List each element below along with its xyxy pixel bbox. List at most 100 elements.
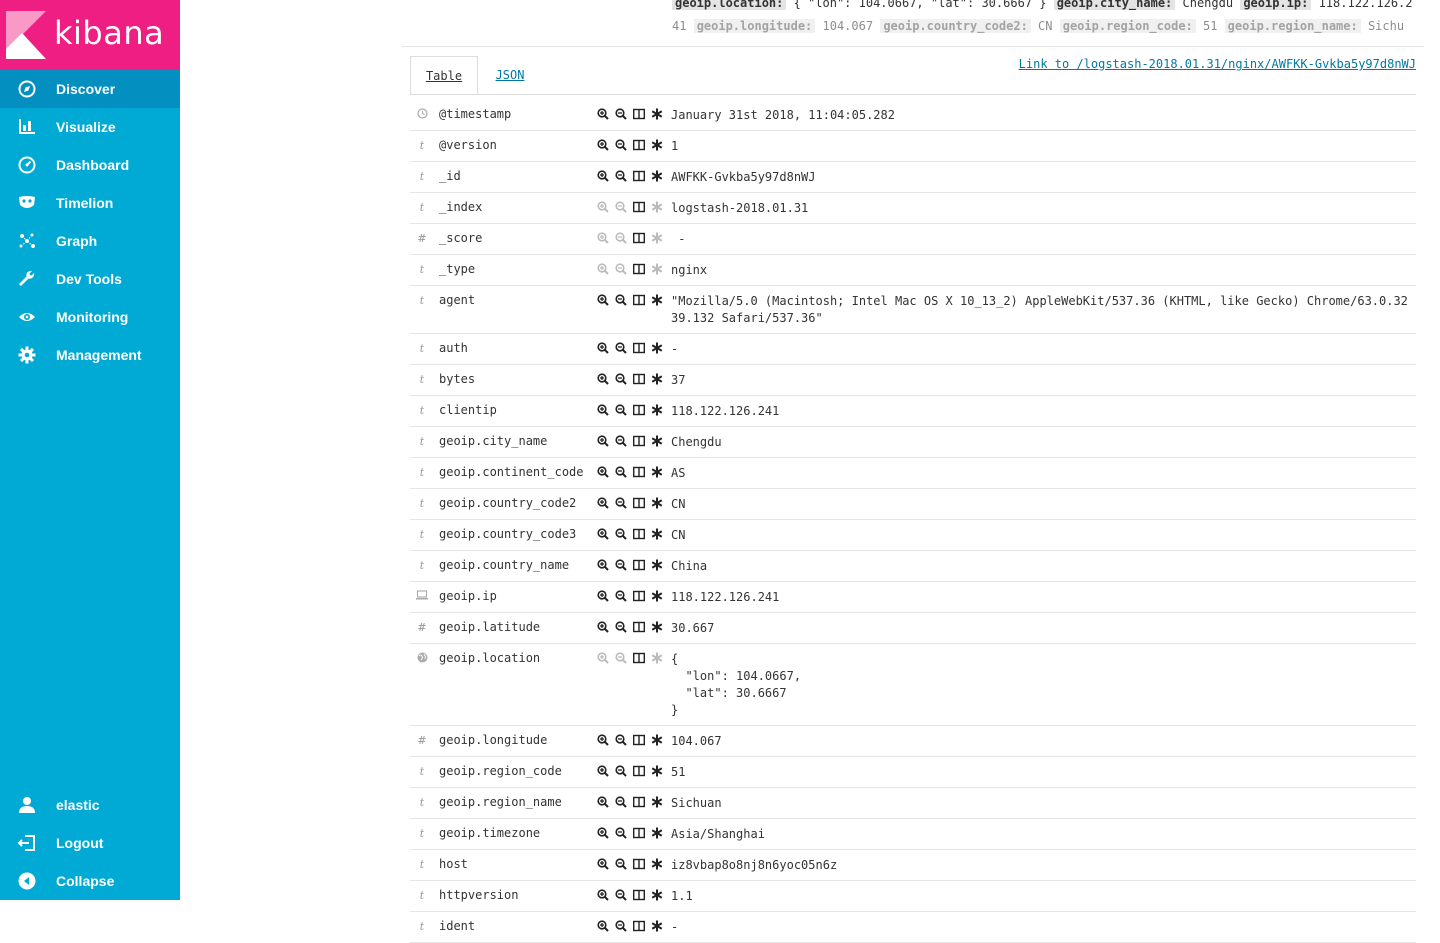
filter-for-value-icon[interactable]: [594, 795, 612, 809]
filter-exists-icon[interactable]: [648, 919, 666, 933]
filter-for-value-icon[interactable]: [594, 465, 612, 479]
filter-for-value-icon[interactable]: [594, 107, 612, 121]
nav-graph[interactable]: Graph: [0, 222, 180, 260]
filter-exists-icon[interactable]: [648, 231, 666, 245]
tab-table[interactable]: Table: [410, 56, 478, 95]
filter-for-value-icon[interactable]: [594, 589, 612, 603]
toggle-column-icon[interactable]: [630, 527, 648, 541]
filter-exists-icon[interactable]: [648, 403, 666, 417]
toggle-column-icon[interactable]: [630, 169, 648, 183]
filter-exists-icon[interactable]: [648, 465, 666, 479]
toggle-column-icon[interactable]: [630, 372, 648, 386]
filter-for-value-icon[interactable]: [594, 372, 612, 386]
filter-exists-icon[interactable]: [648, 107, 666, 121]
filter-out-value-icon[interactable]: [612, 293, 630, 307]
single-document-link[interactable]: Link to /logstash-2018.01.31/nginx/AWFKK…: [1019, 57, 1416, 71]
nav-discover[interactable]: Discover: [0, 70, 180, 108]
filter-for-value-icon[interactable]: [594, 826, 612, 840]
filter-out-value-icon[interactable]: [612, 651, 630, 665]
filter-for-value-icon[interactable]: [594, 341, 612, 355]
filter-out-value-icon[interactable]: [612, 826, 630, 840]
toggle-column-icon[interactable]: [630, 826, 648, 840]
toggle-column-icon[interactable]: [630, 107, 648, 121]
nav-dev-tools[interactable]: Dev Tools: [0, 260, 180, 298]
nav-timelion[interactable]: Timelion: [0, 184, 180, 222]
filter-out-value-icon[interactable]: [612, 372, 630, 386]
filter-for-value-icon[interactable]: [594, 434, 612, 448]
toggle-column-icon[interactable]: [630, 733, 648, 747]
filter-out-value-icon[interactable]: [612, 558, 630, 572]
filter-exists-icon[interactable]: [648, 589, 666, 603]
filter-out-value-icon[interactable]: [612, 107, 630, 121]
filter-for-value-icon[interactable]: [594, 138, 612, 152]
filter-exists-icon[interactable]: [648, 857, 666, 871]
filter-exists-icon[interactable]: [648, 496, 666, 510]
filter-out-value-icon[interactable]: [612, 795, 630, 809]
filter-exists-icon[interactable]: [648, 826, 666, 840]
nav-management[interactable]: Management: [0, 336, 180, 374]
filter-for-value-icon[interactable]: [594, 527, 612, 541]
filter-for-value-icon[interactable]: [594, 919, 612, 933]
filter-exists-icon[interactable]: [648, 262, 666, 276]
toggle-column-icon[interactable]: [630, 403, 648, 417]
filter-exists-icon[interactable]: [648, 733, 666, 747]
toggle-column-icon[interactable]: [630, 200, 648, 214]
filter-for-value-icon[interactable]: [594, 558, 612, 572]
toggle-column-icon[interactable]: [630, 293, 648, 307]
toggle-column-icon[interactable]: [630, 620, 648, 634]
filter-out-value-icon[interactable]: [612, 403, 630, 417]
filter-exists-icon[interactable]: [648, 764, 666, 778]
filter-out-value-icon[interactable]: [612, 341, 630, 355]
filter-out-value-icon[interactable]: [612, 764, 630, 778]
filter-for-value-icon[interactable]: [594, 200, 612, 214]
filter-exists-icon[interactable]: [648, 795, 666, 809]
filter-out-value-icon[interactable]: [612, 200, 630, 214]
filter-out-value-icon[interactable]: [612, 733, 630, 747]
nav-dashboard[interactable]: Dashboard: [0, 146, 180, 184]
toggle-column-icon[interactable]: [630, 589, 648, 603]
filter-for-value-icon[interactable]: [594, 496, 612, 510]
filter-out-value-icon[interactable]: [612, 527, 630, 541]
kibana-logo[interactable]: kibana: [0, 0, 180, 70]
filter-exists-icon[interactable]: [648, 293, 666, 307]
filter-out-value-icon[interactable]: [612, 169, 630, 183]
filter-out-value-icon[interactable]: [612, 138, 630, 152]
tab-json[interactable]: JSON: [488, 56, 532, 94]
filter-exists-icon[interactable]: [648, 620, 666, 634]
filter-for-value-icon[interactable]: [594, 231, 612, 245]
filter-exists-icon[interactable]: [648, 200, 666, 214]
filter-out-value-icon[interactable]: [612, 919, 630, 933]
filter-for-value-icon[interactable]: [594, 620, 612, 634]
toggle-column-icon[interactable]: [630, 558, 648, 572]
filter-for-value-icon[interactable]: [594, 651, 612, 665]
toggle-column-icon[interactable]: [630, 919, 648, 933]
filter-for-value-icon[interactable]: [594, 764, 612, 778]
filter-out-value-icon[interactable]: [612, 465, 630, 479]
toggle-column-icon[interactable]: [630, 764, 648, 778]
toggle-column-icon[interactable]: [630, 138, 648, 152]
filter-exists-icon[interactable]: [648, 527, 666, 541]
toggle-column-icon[interactable]: [630, 262, 648, 276]
filter-out-value-icon[interactable]: [612, 496, 630, 510]
toggle-column-icon[interactable]: [630, 795, 648, 809]
filter-exists-icon[interactable]: [648, 138, 666, 152]
filter-for-value-icon[interactable]: [594, 262, 612, 276]
toggle-column-icon[interactable]: [630, 496, 648, 510]
filter-out-value-icon[interactable]: [612, 262, 630, 276]
toggle-column-icon[interactable]: [630, 231, 648, 245]
filter-for-value-icon[interactable]: [594, 403, 612, 417]
toggle-column-icon[interactable]: [630, 651, 648, 665]
filter-out-value-icon[interactable]: [612, 231, 630, 245]
nav-collapse[interactable]: Collapse: [0, 862, 180, 900]
filter-exists-icon[interactable]: [648, 169, 666, 183]
nav-logout[interactable]: Logout: [0, 824, 180, 862]
filter-for-value-icon[interactable]: [594, 169, 612, 183]
filter-out-value-icon[interactable]: [612, 589, 630, 603]
nav-visualize[interactable]: Visualize: [0, 108, 180, 146]
toggle-column-icon[interactable]: [630, 341, 648, 355]
filter-for-value-icon[interactable]: [594, 857, 612, 871]
toggle-column-icon[interactable]: [630, 465, 648, 479]
filter-out-value-icon[interactable]: [612, 620, 630, 634]
filter-exists-icon[interactable]: [648, 651, 666, 665]
filter-out-value-icon[interactable]: [612, 857, 630, 871]
